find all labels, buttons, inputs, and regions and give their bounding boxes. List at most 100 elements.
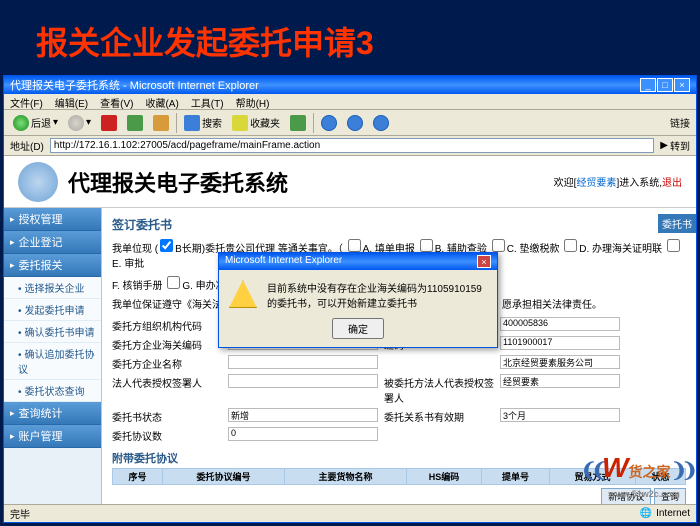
- th-seq: 序号: [113, 469, 163, 485]
- menu-file[interactable]: 文件(F): [10, 95, 43, 108]
- home-button[interactable]: [150, 114, 172, 132]
- dialog-message: 目前系统中没有存在企业海关编码为1105910159的委托书，可以开始新建立委托…: [267, 280, 487, 310]
- sidebar-sub-select[interactable]: 选择报关企业: [4, 277, 101, 299]
- ext-icon: [373, 115, 389, 131]
- refresh-button[interactable]: [124, 114, 146, 132]
- welcome-text: 欢迎[经贸要素]进入系统,退出: [554, 174, 682, 189]
- favorites-button[interactable]: 收藏夹: [229, 114, 283, 132]
- go-button[interactable]: ▶ 转到: [660, 138, 690, 153]
- sidebar: 授权管理 企业登记 委托报关 选择报关企业 发起委托申请 确认委托书申请 确认追…: [4, 208, 102, 522]
- val-r1: 400005836: [500, 317, 620, 331]
- val-r2: 1101900017: [500, 336, 620, 350]
- tb-ext1[interactable]: [318, 114, 340, 132]
- menu-tools[interactable]: 工具(T): [191, 95, 224, 108]
- lbl-entname: 委托方企业名称: [112, 355, 222, 372]
- address-input[interactable]: [50, 138, 654, 153]
- dialog-close-button[interactable]: ×: [477, 255, 491, 268]
- home-icon: [153, 115, 169, 131]
- dialog-ok-button[interactable]: 确定: [332, 318, 384, 339]
- logout-link[interactable]: 退出: [662, 178, 682, 189]
- ext-icon: [347, 115, 363, 131]
- stop-icon: [101, 115, 117, 131]
- close-button[interactable]: ×: [674, 78, 690, 92]
- addressbar: 地址(D) ▶ 转到: [4, 136, 696, 156]
- sidebar-query[interactable]: 查询统计: [4, 402, 101, 425]
- logo-icon: [18, 162, 58, 202]
- stop-button[interactable]: [98, 114, 120, 132]
- star-icon: [232, 115, 248, 131]
- menu-fav[interactable]: 收藏(A): [145, 95, 178, 108]
- chk-b[interactable]: [420, 239, 433, 252]
- lbl-r3: [384, 355, 494, 372]
- val-signer: [228, 374, 378, 388]
- lbl-r5: 委托关系书有效期: [384, 408, 494, 425]
- chk-e[interactable]: [667, 239, 680, 252]
- status-text: 完毕: [10, 506, 30, 521]
- val-status: 新增: [228, 408, 378, 422]
- back-button[interactable]: 后退 ▾: [10, 114, 61, 132]
- lbl-count: 委托协议数: [112, 427, 222, 444]
- chk-a[interactable]: [348, 239, 361, 252]
- th-goods: 主要货物名称: [284, 469, 406, 485]
- ext-icon: [321, 115, 337, 131]
- maximize-button[interactable]: □: [657, 78, 673, 92]
- sidebar-register[interactable]: 企业登记: [4, 231, 101, 254]
- sidebar-sub-confirm[interactable]: 确认委托书申请: [4, 321, 101, 343]
- val-entname: [228, 355, 378, 369]
- chk-c[interactable]: [492, 239, 505, 252]
- menubar: 文件(F) 编辑(E) 查看(V) 收藏(A) 工具(T) 帮助(H): [4, 94, 696, 110]
- dialog-titlebar: Microsoft Internet Explorer ×: [219, 253, 497, 270]
- tab-entrust[interactable]: 委托书: [658, 214, 696, 233]
- search-icon: [184, 115, 200, 131]
- globe-icon: 🌐: [640, 508, 652, 519]
- lbl-signer: 法人代表授权签署人: [112, 374, 222, 406]
- address-label: 地址(D): [10, 138, 44, 153]
- zone-text: Internet: [656, 508, 690, 519]
- th-bill: 提单号: [481, 469, 549, 485]
- forward-icon: [68, 115, 84, 131]
- val-r4: 经贸要素: [500, 374, 620, 388]
- forward-button[interactable]: ▾: [65, 114, 94, 132]
- refresh-icon: [127, 115, 143, 131]
- warning-icon: [229, 280, 257, 308]
- sidebar-sub-status[interactable]: 委托状态查询: [4, 380, 101, 402]
- lbl-status: 委托书状态: [112, 408, 222, 425]
- toolbar: 后退 ▾ ▾ 搜索 收藏夹 链接: [4, 110, 696, 136]
- tb-ext3[interactable]: [370, 114, 392, 132]
- menu-view[interactable]: 查看(V): [100, 95, 133, 108]
- section-title: 签订委托书: [112, 216, 686, 233]
- val-r3: 北京经贸要素服务公司: [500, 355, 620, 369]
- watermark: ❨❨W货之家❩❩ www.51w2c.com: [581, 452, 692, 500]
- val-count: 0: [228, 427, 378, 441]
- sidebar-sub-append[interactable]: 确认追加委托协议: [4, 343, 101, 380]
- window-title: 代理报关电子委托系统 - Microsoft Internet Explorer: [10, 77, 259, 93]
- app-title: 代理报关电子委托系统: [68, 166, 288, 198]
- chk-d[interactable]: [564, 239, 577, 252]
- menu-help[interactable]: 帮助(H): [236, 95, 270, 108]
- alert-dialog: Microsoft Internet Explorer × 目前系统中没有存在企…: [218, 252, 498, 348]
- app-header: 代理报关电子委托系统 欢迎[经贸要素]进入系统,退出: [4, 156, 696, 208]
- menu-edit[interactable]: 编辑(E): [55, 95, 88, 108]
- slide-title: 报关企业发起委托申请3: [0, 0, 700, 76]
- lbl-r4: 被委托方法人代表授权签署人: [384, 374, 494, 406]
- chk-longterm[interactable]: [160, 239, 173, 252]
- minimize-button[interactable]: _: [640, 78, 656, 92]
- val-r5: 3个月: [500, 408, 620, 422]
- sidebar-entrust[interactable]: 委托报关: [4, 254, 101, 277]
- links-label: 链接: [670, 115, 690, 130]
- th-hs: HS编码: [406, 469, 481, 485]
- history-icon: [290, 115, 306, 131]
- search-button[interactable]: 搜索: [181, 114, 225, 132]
- chk-g[interactable]: [167, 276, 180, 289]
- dialog-title: Microsoft Internet Explorer: [225, 255, 342, 268]
- lbl-orgcode: 委托方组织机构代码: [112, 317, 222, 334]
- sidebar-account[interactable]: 账户管理: [4, 425, 101, 448]
- sidebar-sub-apply[interactable]: 发起委托申请: [4, 299, 101, 321]
- lbl-customs: 委托方企业海关编码: [112, 336, 222, 353]
- th-agrno: 委托协议编号: [163, 469, 285, 485]
- titlebar: 代理报关电子委托系统 - Microsoft Internet Explorer…: [4, 76, 696, 94]
- sidebar-auth[interactable]: 授权管理: [4, 208, 101, 231]
- history-button[interactable]: [287, 114, 309, 132]
- tb-ext2[interactable]: [344, 114, 366, 132]
- back-icon: [13, 115, 29, 131]
